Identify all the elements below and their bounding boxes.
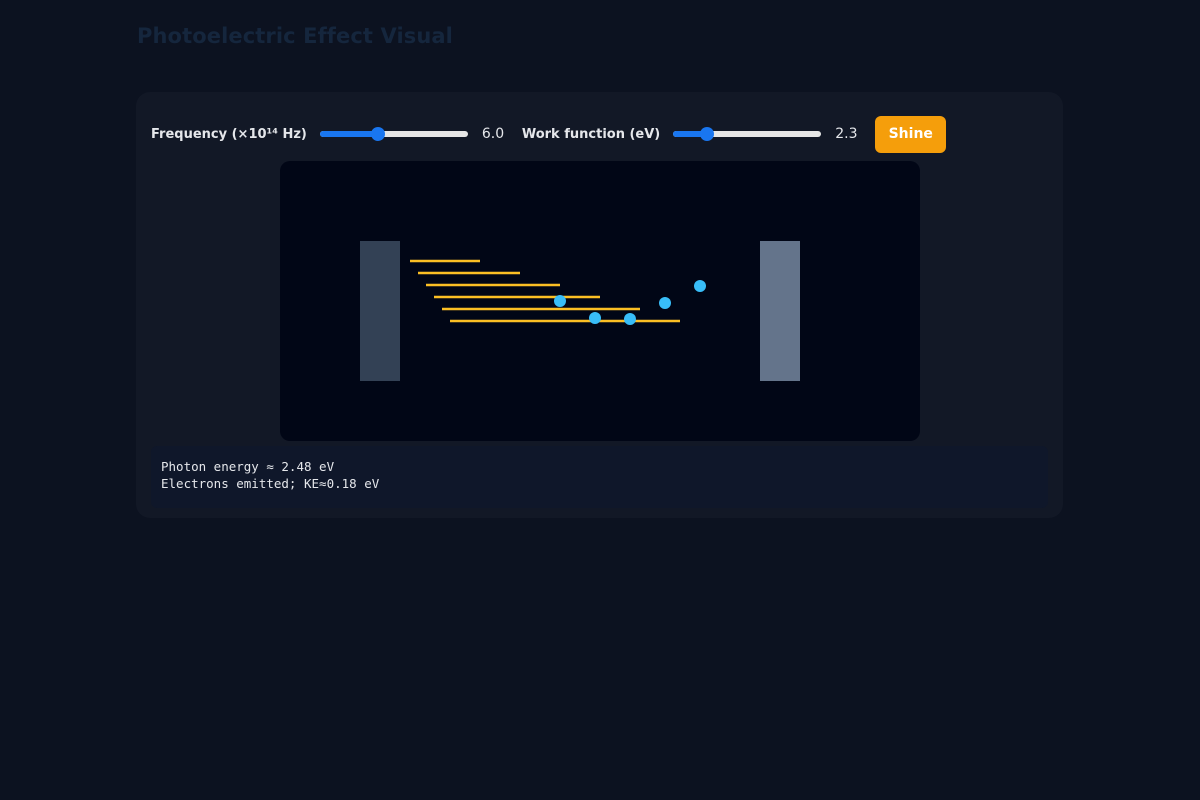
shine-button[interactable]: Shine — [875, 115, 947, 153]
simulation-scene — [360, 241, 800, 381]
emission-status-readout: Electrons emitted; KE≈0.18 eV — [161, 476, 380, 491]
electron — [694, 280, 706, 292]
work-function-slider-thumb[interactable] — [700, 127, 715, 141]
work-function-slider-track — [673, 131, 822, 137]
simulation-canvas — [280, 161, 920, 441]
electron — [624, 313, 636, 325]
electron — [589, 312, 601, 324]
frequency-slider-fill — [319, 131, 378, 137]
electron — [554, 295, 566, 307]
collector-plate — [760, 241, 800, 381]
page-title: Photoelectric Effect Visual — [137, 24, 453, 48]
frequency-slider-track — [319, 131, 468, 137]
controls-bar: Frequency (×10¹⁴ Hz) 6.0 Work function (… — [151, 115, 947, 153]
frequency-slider[interactable] — [319, 126, 468, 142]
photon-beams — [410, 259, 680, 323]
frequency-slider-thumb[interactable] — [370, 127, 385, 141]
frequency-value: 6.0 — [481, 126, 505, 142]
simulation-panel: Frequency (×10¹⁴ Hz) 6.0 Work function (… — [136, 92, 1063, 518]
photon-energy-readout: Photon energy ≈ 2.48 eV — [161, 459, 335, 474]
frequency-label: Frequency (×10¹⁴ Hz) — [151, 126, 307, 142]
emitter-plate — [360, 241, 400, 381]
electron — [659, 297, 671, 309]
work-function-label: Work function (eV) — [521, 126, 661, 142]
work-function-slider[interactable] — [673, 126, 822, 142]
work-function-value: 2.3 — [835, 126, 858, 142]
readout-box: Photon energy ≈ 2.48 eV Electrons emitte… — [151, 446, 1048, 508]
electrons — [554, 280, 706, 325]
